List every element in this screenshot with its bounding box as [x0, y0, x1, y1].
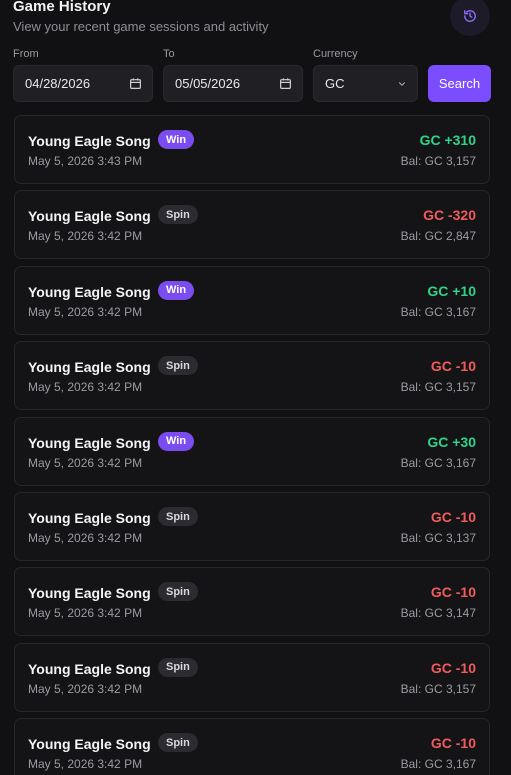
result-badge: Spin: [158, 582, 198, 602]
to-field: To 05/05/2026: [163, 47, 303, 102]
to-label: To: [163, 48, 175, 60]
game-name: Young Eagle Song: [28, 510, 151, 526]
session-balance: Bal: GC 3,157: [400, 681, 476, 696]
page-subtitle: View your recent game sessions and activ…: [13, 19, 269, 34]
session-time: May 5, 2026 3:42 PM: [28, 757, 143, 772]
result-badge: Spin: [158, 657, 198, 677]
result-badge: Spin: [158, 205, 198, 225]
calendar-icon: [280, 78, 291, 89]
history-icon: [464, 10, 476, 22]
chevron-down-icon: [398, 81, 406, 86]
currency-label: Currency: [313, 48, 358, 60]
session-balance: Bal: GC 2,847: [400, 229, 476, 244]
page-title: Game History: [13, 0, 111, 15]
from-field: From 04/28/2026: [13, 47, 153, 102]
result-badge: Win: [158, 280, 195, 300]
session-amount: GC +10: [427, 282, 476, 299]
session-balance: Bal: GC 3,137: [400, 531, 476, 545]
to-date-input[interactable]: 05/05/2026: [163, 65, 303, 102]
session-card[interactable]: Young Eagle Song Win May 5, 2026 3:42 PM GC…: [14, 416, 490, 486]
session-time: May 5, 2026 3:42 PM: [28, 531, 143, 545]
history-button[interactable]: [450, 0, 490, 36]
session-amount: GC -10: [430, 584, 476, 601]
session-time: May 5, 2026 3:42 PM: [28, 681, 143, 696]
session-amount: GC -10: [430, 358, 476, 375]
session-balance: Bal: GC 3,157: [400, 154, 476, 168]
currency-field: Currency GC: [313, 47, 418, 102]
session-balance: Bal: GC 3,147: [400, 606, 476, 621]
session-balance: Bal: GC 3,157: [400, 380, 476, 395]
session-card[interactable]: Young Eagle Song Spin May 5, 2026 3:42 PM G…: [14, 642, 490, 712]
game-history-page: Game History View your recent game sessi…: [0, 0, 511, 775]
session-card[interactable]: Young Eagle Song Spin May 5, 2026 3:42 PM G…: [14, 492, 490, 561]
session-time: May 5, 2026 3:42 PM: [28, 229, 143, 244]
session-card[interactable]: Young Eagle Song Win May 5, 2026 3:42 PM GC…: [14, 265, 490, 335]
game-name: Young Eagle Song: [28, 660, 151, 677]
result-badge: Spin: [158, 356, 198, 376]
session-time: May 5, 2026 3:43 PM: [28, 154, 143, 168]
session-time: May 5, 2026 3:42 PM: [28, 304, 143, 319]
session-amount: GC -320: [423, 207, 476, 224]
game-name: Young Eagle Song: [28, 359, 151, 376]
session-card[interactable]: Young Eagle Song Win May 5, 2026 3:43 PM GC…: [14, 115, 490, 184]
game-name: Young Eagle Song: [28, 736, 151, 753]
game-name: Young Eagle Song: [28, 434, 151, 451]
result-badge: Spin: [158, 507, 198, 526]
session-balance: Bal: GC 3,167: [400, 757, 476, 772]
session-time: May 5, 2026 3:42 PM: [28, 380, 143, 395]
session-amount: GC +310: [419, 132, 476, 148]
session-card[interactable]: Young Eagle Song Spin May 5, 2026 3:42 PM G…: [14, 567, 490, 637]
session-time: May 5, 2026 3:42 PM: [28, 606, 143, 621]
game-name: Young Eagle Song: [28, 208, 151, 225]
from-date-value: 04/28/2026: [25, 76, 91, 91]
game-name: Young Eagle Song: [28, 133, 151, 149]
page-header: Game History View your recent game sessi…: [13, 0, 413, 34]
game-name: Young Eagle Song: [28, 283, 151, 300]
filter-bar: From 04/28/2026 To 05/05/2026 Currency G…: [13, 47, 491, 103]
session-card[interactable]: Young Eagle Song Spin May 5, 2026 3:42 PM G…: [14, 718, 490, 775]
session-amount: GC -10: [430, 509, 476, 525]
session-amount: GC -10: [430, 659, 476, 676]
search-button[interactable]: Search: [428, 65, 491, 102]
result-badge: Win: [158, 130, 195, 149]
calendar-icon: [130, 78, 141, 89]
session-time: May 5, 2026 3:42 PM: [28, 455, 143, 470]
currency-value: GC: [325, 76, 345, 91]
session-card[interactable]: Young Eagle Song Spin May 5, 2026 3:42 PM G…: [14, 190, 490, 260]
session-amount: GC +30: [427, 433, 476, 450]
session-balance: Bal: GC 3,167: [400, 455, 476, 470]
currency-select[interactable]: GC: [313, 65, 418, 102]
result-badge: Spin: [158, 733, 198, 753]
to-date-value: 05/05/2026: [175, 76, 241, 91]
session-amount: GC -10: [430, 735, 476, 752]
session-card[interactable]: Young Eagle Song Spin May 5, 2026 3:42 PM G…: [14, 341, 490, 411]
session-balance: Bal: GC 3,167: [400, 304, 476, 319]
game-name: Young Eagle Song: [28, 585, 151, 602]
from-label: From: [13, 48, 39, 60]
result-badge: Win: [158, 431, 195, 451]
from-date-input[interactable]: 04/28/2026: [13, 65, 153, 102]
